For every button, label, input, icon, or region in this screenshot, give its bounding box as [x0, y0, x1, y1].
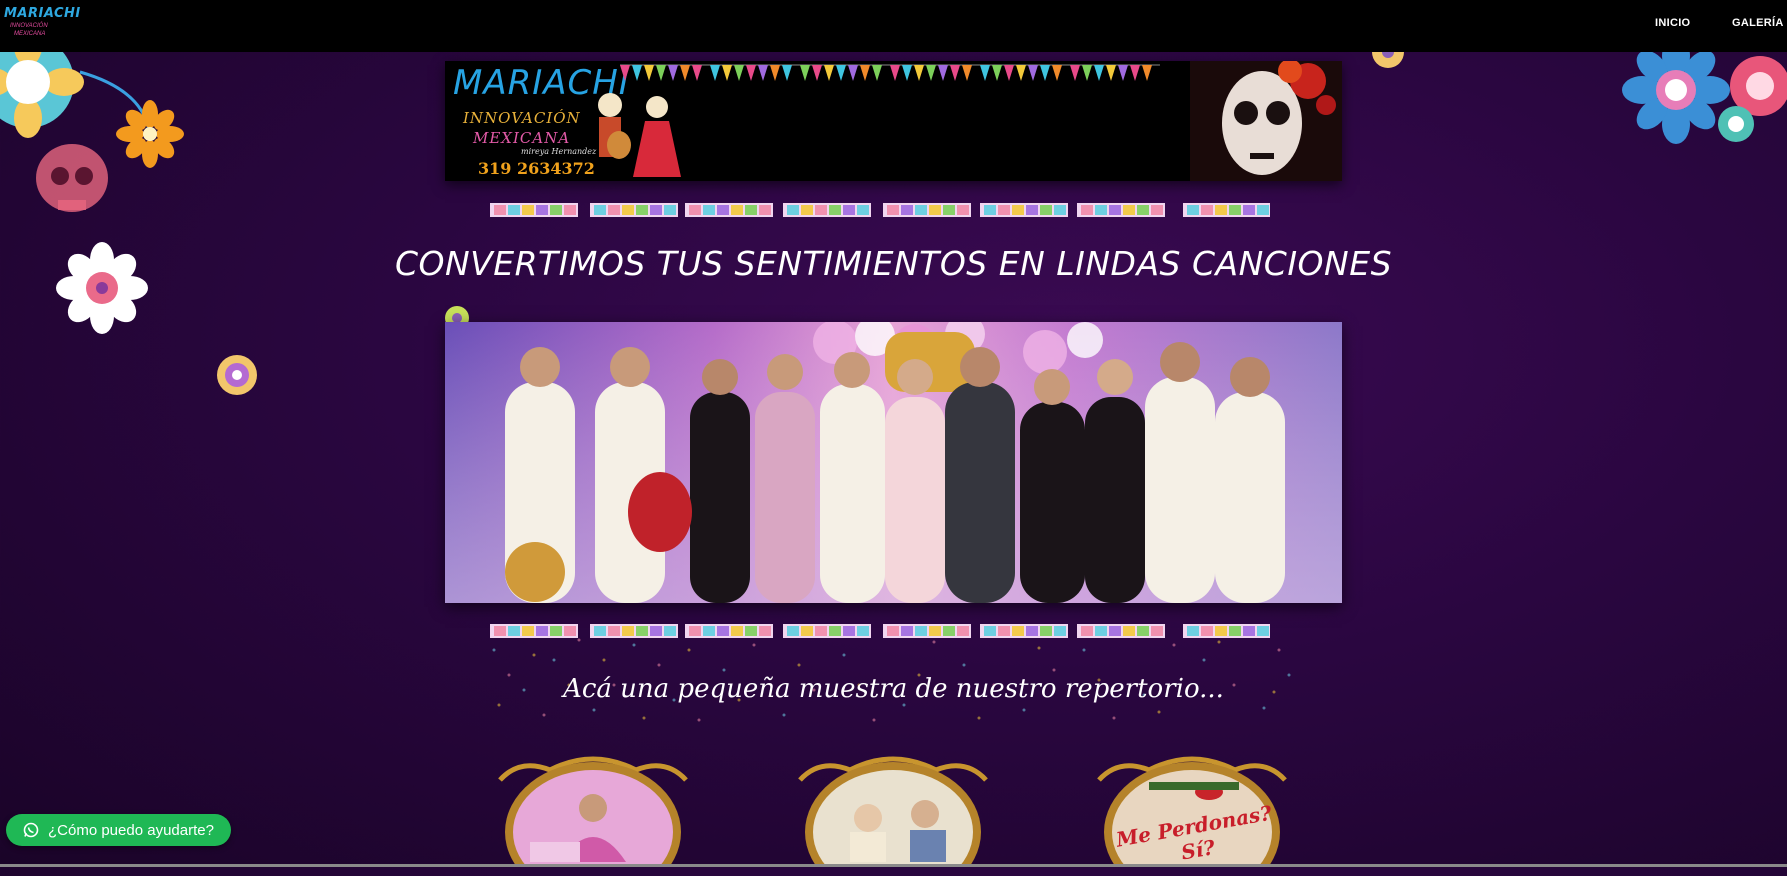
group-photo-illustration: [445, 322, 1342, 603]
banner-subtitle-1: INNOVACIÓN: [463, 109, 581, 127]
decorative-flower-small: [217, 355, 257, 395]
whatsapp-icon: [23, 822, 39, 838]
whatsapp-chat-button[interactable]: ¿Cómo puedo ayudarte?: [6, 814, 231, 846]
top-navigation-bar: MARIACHI INNOVACIÓN MEXICANA INICIO GALE…: [0, 0, 1787, 52]
banner-phone: 319 2634372: [478, 159, 595, 178]
repertoire-item-3[interactable]: Me Perdonas? Sí?: [1089, 752, 1295, 876]
repertoire-thumbnail-1: [498, 756, 688, 876]
headline: CONVERTIMOS TUS SENTIMIENTOS EN LINDAS C…: [394, 244, 1393, 283]
catrina-portrait: [1190, 61, 1342, 181]
logo-line-3: MEXICANA: [14, 31, 46, 37]
decorative-flower-partial: [1372, 52, 1404, 68]
decorative-flowers-left: [0, 52, 184, 334]
decorative-flowers-right: [1622, 52, 1787, 144]
bunting-decoration: [620, 64, 1160, 81]
nav-link-inicio[interactable]: INICIO: [1655, 17, 1690, 29]
logo-line-1: MARIACHI: [4, 6, 81, 21]
hero-banner: MARIACHI INNOVACIÓN MEXICANA mireya Hern…: [445, 61, 1342, 181]
whatsapp-button-label: ¿Cómo puedo ayudarte?: [48, 822, 214, 839]
repertoire-heading: Acá una pequeña muestra de nuestro reper…: [563, 674, 1224, 704]
skeleton-musicians-illustration: [598, 93, 681, 177]
repertoire-item-2[interactable]: [790, 752, 996, 876]
banner-subtitle-2: MEXICANA: [473, 129, 571, 147]
papel-picado-top: [490, 203, 1270, 217]
site-logo[interactable]: MARIACHI INNOVACIÓN MEXICANA: [4, 6, 80, 46]
repertoire-item-1[interactable]: [490, 752, 696, 876]
logo-line-2: INNOVACIÓN: [10, 23, 48, 29]
repertoire-thumbnail-2: [798, 756, 988, 876]
group-photo: [445, 322, 1342, 603]
nav-link-galeria[interactable]: GALERÍA: [1732, 17, 1784, 29]
